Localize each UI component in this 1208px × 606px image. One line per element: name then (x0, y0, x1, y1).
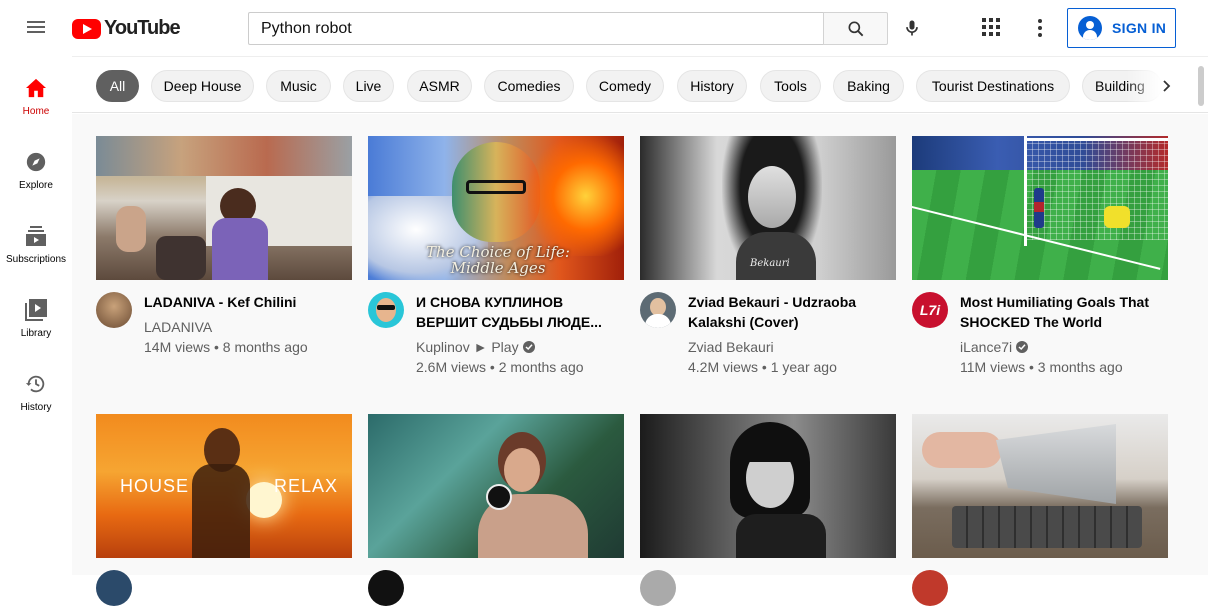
channel-name-text: Kuplinov ► Play (416, 339, 519, 355)
channel-avatar[interactable]: L7i (912, 292, 948, 328)
video-thumbnail[interactable] (912, 136, 1168, 280)
microphone-icon (906, 20, 918, 36)
chip-comedies[interactable]: Comedies (484, 70, 574, 102)
channel-name[interactable]: Zviad Bekauri (688, 337, 896, 357)
top-bar: YouTube SIGN IN (0, 0, 1208, 56)
chip-bar: All Deep House Music Live ASMR Comedies … (72, 56, 1208, 113)
sidebar-item-library[interactable]: Library (0, 278, 72, 352)
account-icon (1078, 16, 1102, 40)
video-card: LADANIVA - Kef Chilini LADANIVA 14M view… (96, 136, 352, 357)
channel-avatar[interactable] (96, 292, 132, 328)
video-title[interactable]: LADANIVA - Kef Chilini (144, 292, 352, 312)
video-card: The Choice of Life: Middle Ages И СНОВА … (368, 136, 624, 377)
chip-baking[interactable]: Baking (833, 70, 904, 102)
chip-asmr[interactable]: ASMR (407, 70, 472, 102)
library-icon (24, 298, 48, 322)
channel-name-text: iLance7i (960, 339, 1013, 355)
sidebar-item-history[interactable]: History (0, 352, 72, 426)
sidebar-item-home[interactable]: Home (0, 56, 72, 130)
chip-next-button[interactable] (1152, 71, 1182, 101)
video-card: L7i Most Humiliating Goals That SHOCKED … (912, 136, 1168, 377)
thumbnail-caption: The Choice of Life: Middle Ages (426, 243, 570, 277)
video-title[interactable]: Most Humiliating Goals That SHOCKED The … (960, 292, 1168, 332)
search-icon (848, 21, 863, 36)
channel-avatar[interactable] (368, 570, 404, 606)
scrollbar[interactable] (1198, 66, 1204, 106)
channel-name-text: Zviad Bekauri (688, 339, 774, 355)
chip-music[interactable]: Music (266, 70, 331, 102)
chip-history[interactable]: History (677, 70, 747, 102)
video-thumbnail[interactable]: HOUSE RELAX (96, 414, 352, 558)
thumbnail-text-right: RELAX (274, 476, 339, 496)
channel-avatar-text: L7i (919, 302, 941, 318)
channel-name[interactable]: iLance7i (960, 337, 1168, 357)
search-input[interactable] (248, 12, 823, 45)
chevron-right-icon (1163, 80, 1171, 92)
verified-icon (1016, 341, 1029, 353)
apps-button[interactable] (980, 16, 1004, 40)
search-button[interactable] (823, 12, 888, 45)
search-box (248, 12, 888, 45)
watermark-text: Bekauri (750, 258, 790, 269)
video-grid: LADANIVA - Kef Chilini LADANIVA 14M view… (72, 114, 1208, 606)
chip-all[interactable]: All (96, 70, 139, 102)
channel-name-text: LADANIVA (144, 319, 213, 335)
sidebar-item-subscriptions[interactable]: Subscriptions (0, 204, 72, 278)
video-thumbnail[interactable]: Bekauri (640, 136, 896, 280)
sidebar-item-label: Explore (19, 180, 53, 191)
sidebar-item-label: Subscriptions (5, 254, 67, 265)
settings-menu-button[interactable] (1030, 16, 1050, 40)
video-thumbnail[interactable]: The Choice of Life: Middle Ages (368, 136, 624, 280)
more-vert-icon (1038, 19, 1042, 37)
chip-deep-house[interactable]: Deep House (151, 70, 254, 102)
video-stats: 2.6M views • 2 months ago (416, 359, 584, 375)
apps-grid-icon (982, 18, 1000, 36)
channel-avatar[interactable] (96, 570, 132, 606)
video-title[interactable]: Zviad Bekauri - Udzraoba Kalakshi (Cover… (688, 292, 896, 332)
video-thumbnail[interactable] (96, 136, 352, 280)
home-icon (24, 76, 48, 100)
logo-text: YouTube (104, 17, 181, 39)
channel-avatar[interactable] (640, 292, 676, 328)
mini-guide: Home Explore Subscriptions Library Histo… (0, 56, 72, 575)
channel-avatar[interactable] (640, 570, 676, 606)
video-stats: 14M views • 8 months ago (144, 339, 308, 355)
voice-search-button[interactable] (898, 14, 926, 42)
youtube-logo[interactable]: YouTube (72, 17, 181, 40)
video-card: HOUSE RELAX (96, 414, 352, 606)
verified-icon (522, 341, 535, 353)
thumbnail-text-left: HOUSE (120, 476, 190, 496)
sidebar-item-label: History (20, 402, 52, 413)
chip-tourist-destinations[interactable]: Tourist Destinations (916, 70, 1070, 102)
sidebar-item-explore[interactable]: Explore (0, 130, 72, 204)
menu-icon[interactable] (24, 18, 48, 38)
sidebar-item-label: Home (22, 106, 50, 117)
compass-icon (24, 150, 48, 174)
channel-name[interactable]: Kuplinov ► Play (416, 337, 624, 357)
sidebar-item-label: Library (20, 328, 52, 339)
channel-avatar[interactable] (368, 292, 404, 328)
video-title[interactable]: И СНОВА КУПЛИНОВ ВЕРШИТ СУДЬБЫ ЛЮДЕ... (416, 292, 624, 332)
video-card (640, 414, 896, 606)
video-thumbnail[interactable] (912, 414, 1168, 558)
video-stats: 11M views • 3 months ago (960, 359, 1123, 375)
chip-live[interactable]: Live (343, 70, 394, 102)
video-card (912, 414, 1168, 606)
sign-in-label: SIGN IN (1112, 20, 1167, 36)
channel-name[interactable]: LADANIVA (144, 317, 352, 337)
history-icon (24, 372, 48, 396)
subscriptions-icon (24, 224, 48, 248)
channel-avatar[interactable] (912, 570, 948, 606)
video-thumbnail[interactable] (368, 414, 624, 558)
youtube-play-icon (72, 18, 101, 39)
chip-tools[interactable]: Tools (760, 70, 821, 102)
sign-in-button[interactable]: SIGN IN (1067, 8, 1176, 48)
video-stats: 4.2M views • 1 year ago (688, 359, 837, 375)
chip-comedy[interactable]: Comedy (586, 70, 664, 102)
video-card: Bekauri Zviad Bekauri - Udzraoba Kalaksh… (640, 136, 896, 377)
video-thumbnail[interactable] (640, 414, 896, 558)
video-card (368, 414, 624, 606)
